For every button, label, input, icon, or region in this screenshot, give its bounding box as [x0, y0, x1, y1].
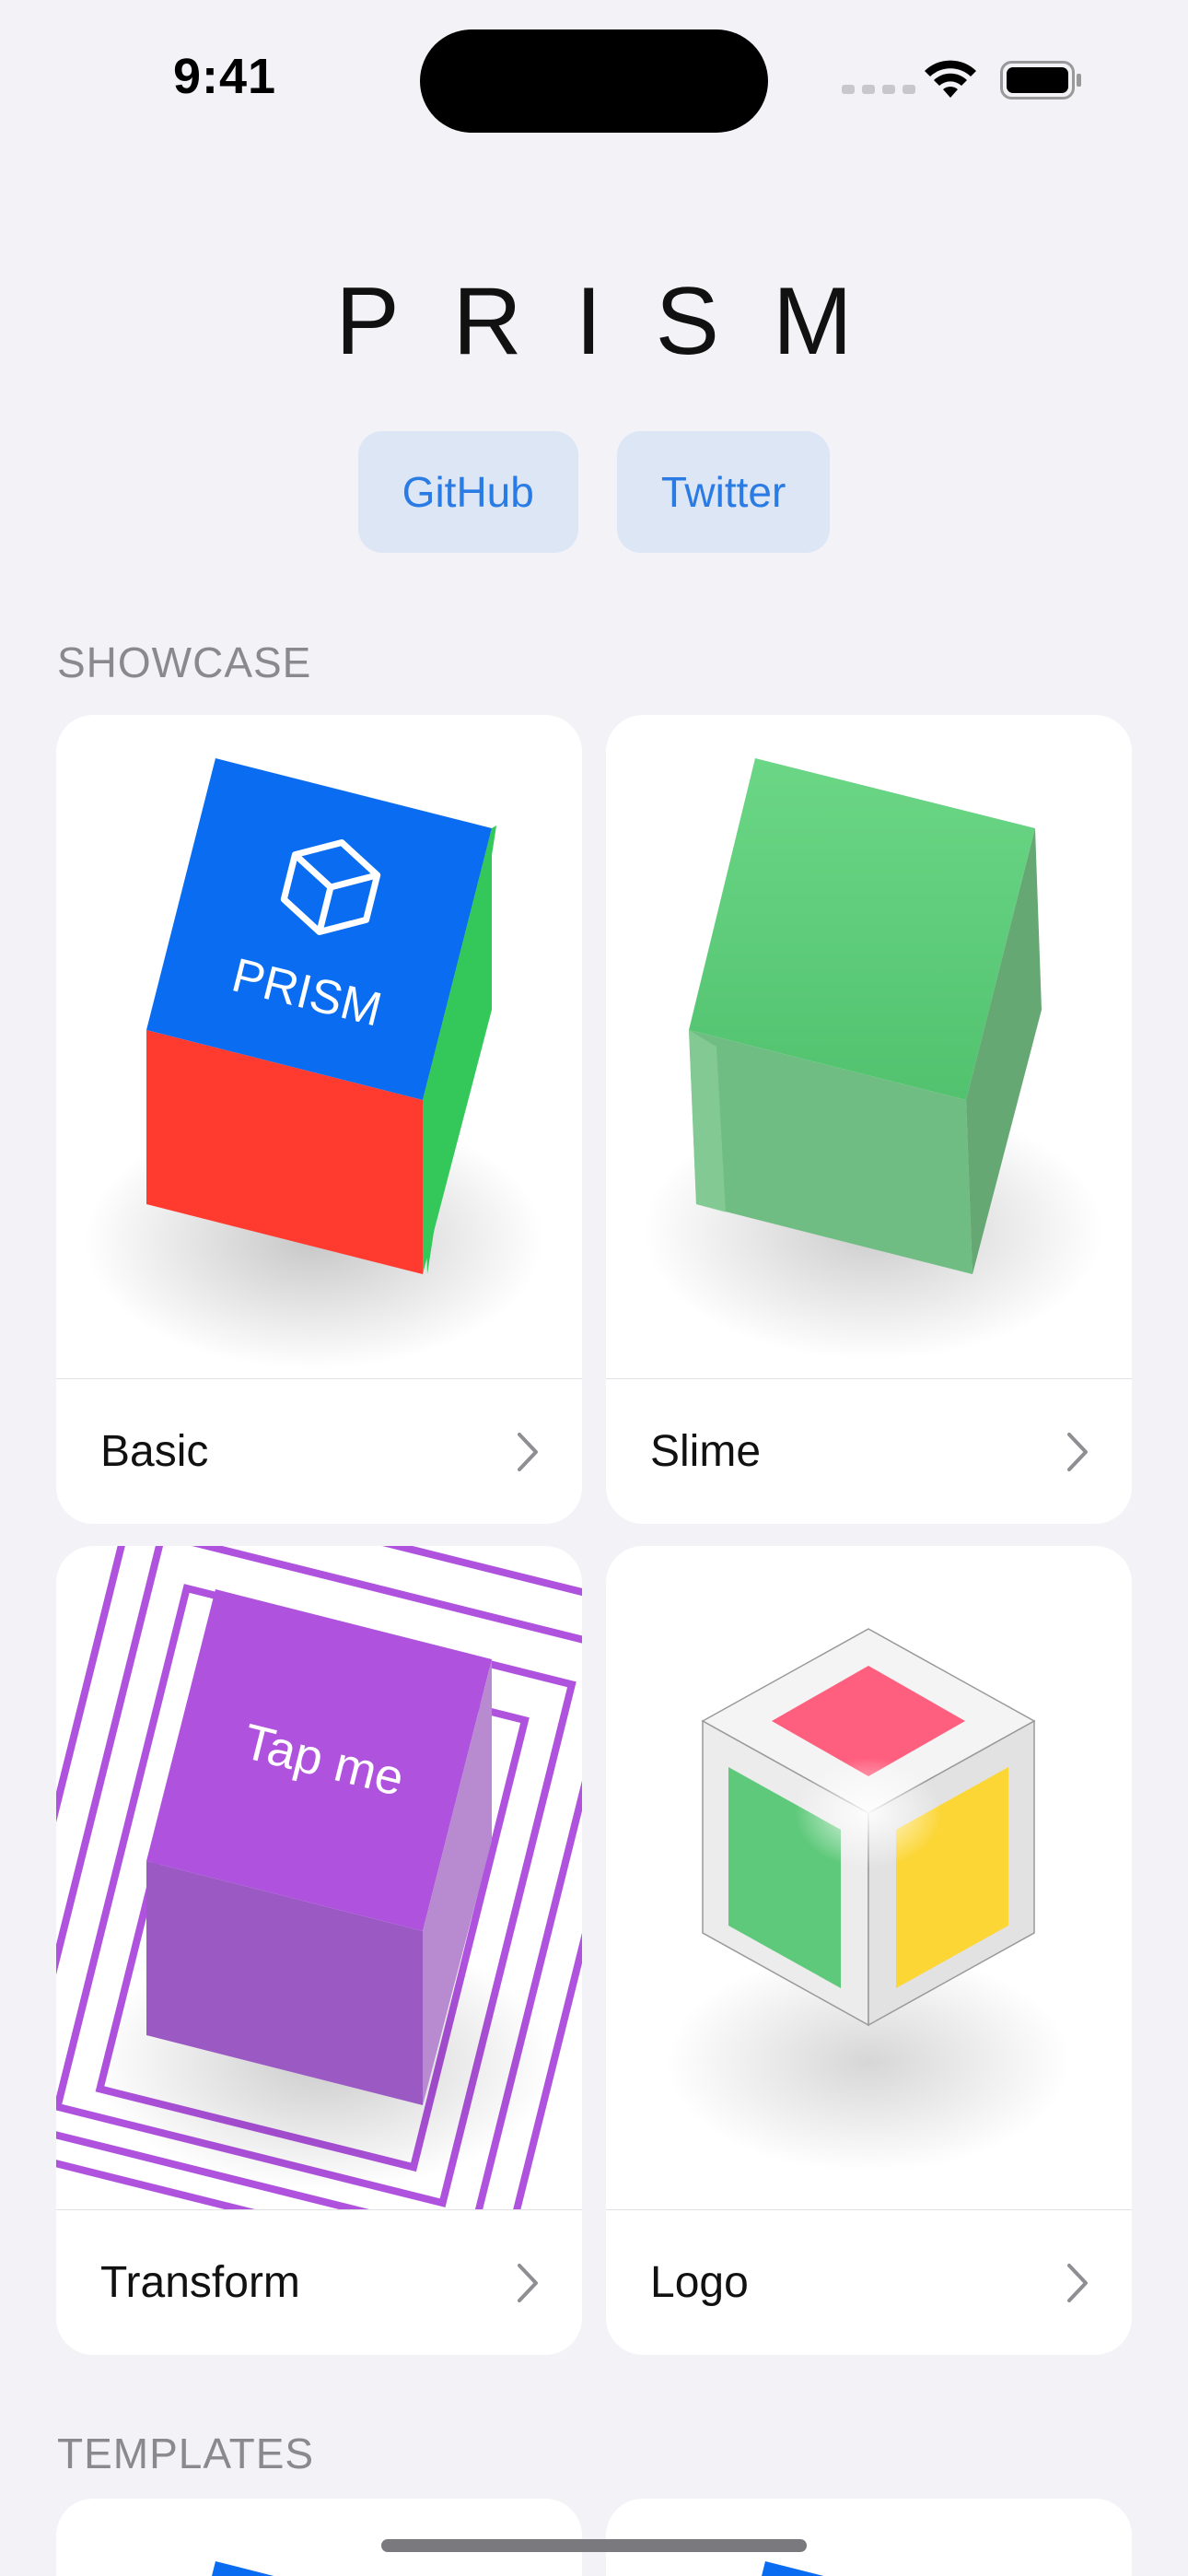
card-template-1[interactable] [56, 2499, 582, 2576]
card-slime[interactable]: Slime [606, 715, 1132, 1524]
slime-cube-preview [606, 715, 1132, 1378]
battery-icon [1000, 61, 1081, 100]
card-label: Transform [100, 2258, 300, 2307]
link-buttons: GitHub Twitter [0, 431, 1188, 553]
card-transform[interactable]: Tap me Transform [56, 1546, 582, 2355]
chevron-right-icon [518, 2263, 538, 2302]
chevron-right-icon [518, 1432, 538, 1471]
card-logo-footer: Logo [606, 2209, 1132, 2355]
card-label: Basic [100, 1427, 209, 1476]
chevron-right-icon [1067, 2263, 1088, 2302]
status-time: 9:41 [173, 49, 277, 104]
card-label: Logo [650, 2258, 749, 2307]
cellular-signal-icon [842, 85, 915, 94]
card-basic[interactable]: PRISM Basic [56, 715, 582, 1524]
twitter-button[interactable]: Twitter [616, 431, 831, 553]
chevron-right-icon [1067, 1432, 1088, 1471]
wifi-icon [925, 60, 976, 98]
card-label: Slime [650, 1427, 762, 1476]
template-1-preview [212, 2561, 274, 2576]
card-slime-footer: Slime [606, 1378, 1132, 1524]
card-template-2[interactable] [606, 2499, 1132, 2576]
dynamic-island [420, 29, 768, 133]
card-transform-footer: Transform [56, 2209, 582, 2355]
card-basic-footer: Basic [56, 1378, 582, 1524]
section-header-templates: TEMPLATES [57, 2430, 315, 2477]
transform-cube-preview: Tap me [56, 1546, 582, 2209]
app-title: PRISM [335, 268, 906, 375]
section-header-showcase: SHOWCASE [57, 638, 312, 686]
home-indicator[interactable] [381, 2539, 807, 2552]
status-bar: 9:41 [0, 0, 1188, 157]
github-button[interactable]: GitHub [357, 431, 578, 553]
logo-cube-preview [606, 1546, 1132, 2209]
basic-cube-preview: PRISM [56, 715, 582, 1378]
template-2-preview [762, 2561, 824, 2576]
card-logo[interactable]: Logo [606, 1546, 1132, 2355]
